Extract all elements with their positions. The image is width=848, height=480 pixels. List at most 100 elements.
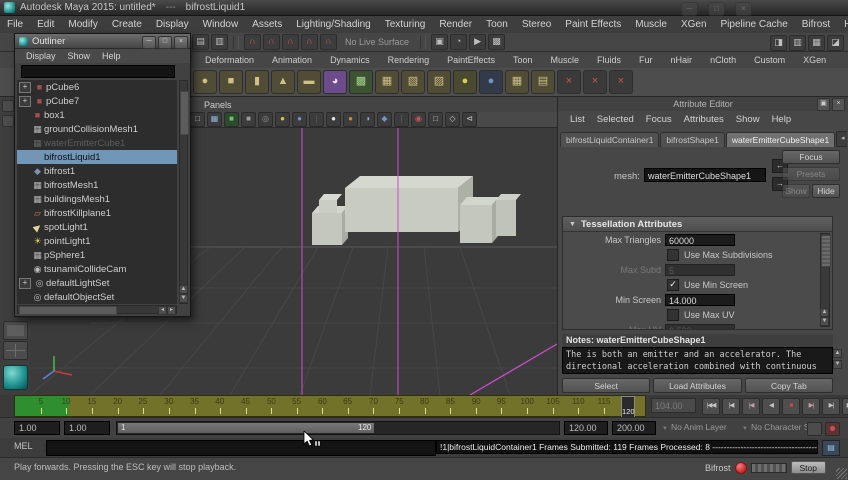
- window-control-button[interactable]: □: [158, 36, 172, 49]
- panel-toggle-icon[interactable]: ▥: [789, 35, 806, 51]
- shelf-tool-icon[interactable]: ●: [453, 70, 477, 94]
- render-icon[interactable]: ▩: [488, 34, 506, 50]
- shelf-tool-icon[interactable]: ●: [479, 70, 503, 94]
- menu-item[interactable]: Display: [149, 19, 196, 30]
- mel-label[interactable]: MEL: [14, 441, 33, 451]
- command-line-input[interactable]: [46, 440, 436, 456]
- viewport-toolbar-icon[interactable]: ◇: [445, 112, 460, 127]
- use-max-uv-checkbox[interactable]: [667, 309, 679, 321]
- expand-toggle[interactable]: [19, 153, 29, 162]
- window-control-button[interactable]: □: [708, 2, 725, 16]
- anim-layer-dropdown[interactable]: ▼ No Anim Layer: [662, 422, 727, 432]
- panel-header-icon[interactable]: ▣: [817, 98, 830, 111]
- snap-magnet-icon[interactable]: ∩: [244, 34, 261, 50]
- menu-item[interactable]: Create: [105, 19, 149, 30]
- menu-item[interactable]: Show: [730, 114, 766, 125]
- shelf-tool-icon[interactable]: ■: [219, 70, 243, 94]
- shelf-tool-icon[interactable]: ×: [557, 70, 581, 94]
- scroll-right-button[interactable]: ▸: [167, 306, 176, 315]
- collapse-triangle-icon[interactable]: ▼: [569, 221, 576, 228]
- menu-item[interactable]: Window: [196, 19, 246, 30]
- outliner-horizontal-scrollbar[interactable]: ◂ ▸: [17, 305, 177, 315]
- viewport-toolbar-icon[interactable]: |: [394, 112, 409, 127]
- shelf-tool-icon[interactable]: ▧: [401, 70, 425, 94]
- character-set-dropdown[interactable]: ▼ No Character Set: [742, 422, 817, 432]
- shelf-tab[interactable]: Muscle: [542, 55, 589, 65]
- snap-magnet-icon[interactable]: ∩: [301, 34, 318, 50]
- render-icon[interactable]: ▣: [431, 34, 449, 50]
- panel-toggle-icon[interactable]: ◨: [770, 35, 787, 51]
- menu-item[interactable]: List: [564, 114, 591, 125]
- expand-toggle[interactable]: [19, 265, 29, 274]
- viewport-toolbar-icon[interactable]: □: [190, 112, 205, 127]
- expand-toggle[interactable]: +: [19, 95, 31, 107]
- min-screen-field[interactable]: 14.000: [665, 294, 735, 306]
- window-control-button[interactable]: ─: [142, 36, 156, 49]
- use-max-subdivisions-checkbox[interactable]: [667, 249, 679, 261]
- window-control-button[interactable]: ×: [735, 2, 752, 16]
- footer-button[interactable]: Select: [562, 378, 651, 393]
- select-tool-icon[interactable]: [2, 100, 14, 112]
- outliner-item[interactable]: bifrostMesh1: [17, 178, 177, 192]
- resize-grip[interactable]: [836, 468, 847, 479]
- scroll-up-button[interactable]: ▲: [179, 285, 188, 294]
- script-editor-icon[interactable]: ▤: [822, 440, 840, 456]
- time-slider[interactable]: 5 10 15 20 25 30 35 40 45 50 55 60 65 70…: [14, 395, 646, 418]
- current-frame-marker[interactable]: 120: [621, 396, 636, 418]
- menu-item[interactable]: Show: [63, 51, 96, 61]
- outliner-item[interactable]: bifrost1: [17, 164, 177, 178]
- shelf-tool-icon[interactable]: ▮: [245, 70, 269, 94]
- menu-item[interactable]: Render: [432, 19, 479, 30]
- animation-end-field[interactable]: 200.00: [612, 421, 656, 435]
- playback-button[interactable]: ▶▶|: [842, 398, 848, 415]
- playback-button[interactable]: ▶|: [802, 398, 820, 415]
- menu-item[interactable]: Assets: [245, 19, 289, 30]
- menu-item[interactable]: Stereo: [515, 19, 558, 30]
- section-scrollbar[interactable]: ▲ ▼: [820, 233, 831, 327]
- expand-toggle[interactable]: [19, 111, 29, 120]
- expand-toggle[interactable]: [19, 209, 29, 218]
- shelf-tool-icon[interactable]: ▬: [297, 70, 321, 94]
- playback-end-field[interactable]: 120.00: [564, 421, 608, 435]
- playback-button[interactable]: |◀◀: [702, 398, 720, 415]
- scroll-down-button[interactable]: ▼: [820, 317, 829, 326]
- panel-header-icon[interactable]: ×: [832, 98, 845, 111]
- expand-toggle[interactable]: [19, 125, 29, 134]
- tab-scroll-arrow[interactable]: ◂: [836, 131, 847, 147]
- menu-item[interactable]: Focus: [640, 114, 678, 125]
- outliner-item[interactable]: defaultObjectSet: [17, 290, 177, 304]
- section-header[interactable]: ▼ Tessellation Attributes: [563, 217, 832, 232]
- outliner-item[interactable]: + pCube7: [17, 94, 177, 108]
- snap-magnet-icon[interactable]: ∩: [320, 34, 337, 50]
- file-icon[interactable]: ▤: [192, 34, 209, 50]
- menu-item[interactable]: Modify: [61, 19, 104, 30]
- menu-item[interactable]: Help: [837, 19, 848, 30]
- viewport-toolbar-icon[interactable]: ⊲: [462, 112, 477, 127]
- scrollbar-thumb[interactable]: [19, 306, 117, 315]
- shelf-tool-icon[interactable]: ×: [609, 70, 633, 94]
- auto-keyframe-toggle[interactable]: [825, 422, 840, 436]
- attribute-tab[interactable]: waterEmitterCubeShape1: [725, 132, 836, 147]
- shelf-tool-icon[interactable]: ▲: [271, 70, 295, 94]
- playback-button[interactable]: ▶|: [822, 398, 840, 415]
- menu-item[interactable]: Paint Effects: [558, 19, 628, 30]
- menu-item[interactable]: Muscle: [628, 19, 674, 30]
- focus-button[interactable]: Focus: [782, 150, 840, 164]
- viewport-toolbar-icon[interactable]: ●: [326, 112, 341, 127]
- expand-toggle[interactable]: [19, 139, 29, 148]
- panels-menu[interactable]: Panels: [197, 100, 239, 110]
- expand-toggle[interactable]: [19, 181, 29, 190]
- bifrost-stop-button[interactable]: Stop: [790, 461, 826, 474]
- shelf-tool-icon[interactable]: ▤: [531, 70, 555, 94]
- menu-item[interactable]: XGen: [674, 19, 714, 30]
- outliner-item[interactable]: waterEmitterCube1: [17, 136, 177, 150]
- menu-item[interactable]: Toon: [479, 19, 515, 30]
- shelf-tool-icon[interactable]: ◕: [323, 70, 347, 94]
- snap-magnet-icon[interactable]: ∩: [263, 34, 280, 50]
- panel-toggle-icon[interactable]: ◪: [827, 35, 844, 51]
- layout-four-pane-button[interactable]: [3, 341, 28, 360]
- expand-toggle[interactable]: [19, 167, 29, 176]
- presets-button[interactable]: Presets: [782, 167, 840, 181]
- shelf-tab[interactable]: Custom: [745, 55, 794, 65]
- viewport-toolbar-icon[interactable]: ●: [275, 112, 290, 127]
